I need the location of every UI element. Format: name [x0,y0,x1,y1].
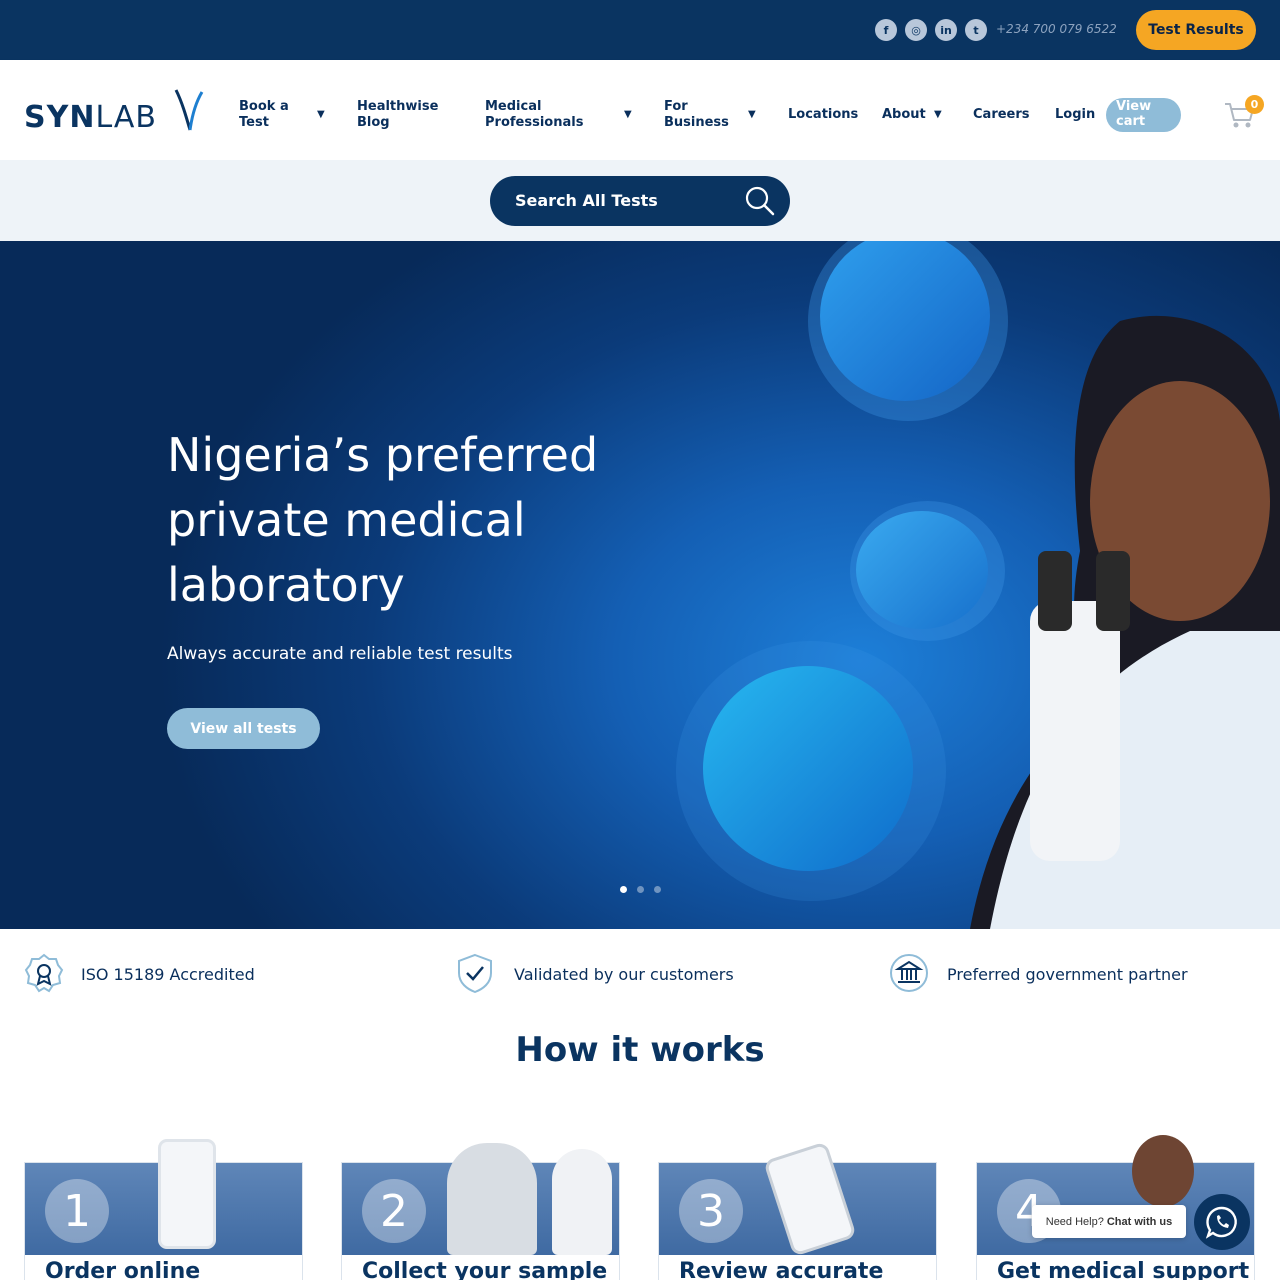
instagram-icon[interactable]: ◎ [905,19,927,41]
about-chevron-down-icon[interactable]: ▼ [934,109,942,120]
nurse-photo [552,1149,612,1255]
whatsapp-chat-button[interactable] [1194,1194,1250,1250]
main-navigation: SYNLAB Book a Test ▼ Healthwise Blog Med… [0,60,1280,160]
nav-locations[interactable]: Locations [788,107,858,123]
trust-badges: ISO 15189 Accredited Validated by our cu… [0,929,1280,1019]
book-a-test-chevron-down-icon[interactable]: ▼ [317,109,325,120]
step-card-collect-sample[interactable]: 2 Collect your sample [341,1143,620,1280]
for-business-chevron-down-icon[interactable]: ▼ [748,109,756,120]
nav-healthwise-blog[interactable]: Healthwise Blog [357,99,457,131]
phone-number-link[interactable]: +234 700 079 6522 [996,22,1117,36]
search-label: Search All Tests [515,191,658,210]
top-utility-bar: f ◎ in t +234 700 079 6522 Test Results [0,0,1280,60]
carousel-dot-2[interactable] [637,886,644,893]
badge-label: ISO 15189 Accredited [81,965,255,984]
step-image: 2 [342,1143,619,1255]
hero-subtitle: Always accurate and reliable test result… [167,644,513,664]
search-all-tests-button[interactable]: Search All Tests [490,176,790,226]
step-title: Get medical support [997,1259,1250,1280]
carousel-dot-1[interactable] [620,886,627,893]
test-results-button[interactable]: Test Results [1136,10,1256,50]
logo-mark-icon [174,89,204,131]
step-number: 2 [362,1179,426,1243]
medical-professionals-chevron-down-icon[interactable]: ▼ [624,109,632,120]
hero-headline: Nigeria’s preferred private medical labo… [167,428,599,612]
step-image: 1 [25,1139,302,1255]
step-image: 3 [659,1141,936,1257]
step-title: Collect your sample [362,1259,608,1280]
step-number: 3 [679,1179,743,1243]
search-icon [745,186,775,216]
patient-photo [447,1143,537,1255]
step-card-review-results[interactable]: 3 Review accurate [658,1141,937,1280]
chat-action-text: Chat with us [1106,1215,1173,1228]
award-ribbon-icon [24,953,64,993]
step-title: Review accurate [679,1259,884,1280]
twitter-icon[interactable]: t [965,19,987,41]
search-band: Search All Tests [0,160,1280,241]
senior-couple-image [703,666,913,871]
how-it-works-heading: How it works [515,1030,765,1070]
government-building-icon [890,954,928,992]
lab-scientist-photo [970,315,1280,929]
nav-book-a-test[interactable]: Book a Test [239,99,299,131]
hero-banner: Nigeria’s preferred private medical labo… [0,241,1280,929]
nav-about[interactable]: About [882,107,926,123]
phone-app-illustration [158,1139,216,1249]
badge-label: Preferred government partner [947,965,1188,984]
chat-prompt-text: Need Help? [1045,1215,1104,1228]
nav-careers[interactable]: Careers [973,107,1030,123]
nav-login[interactable]: Login [1055,107,1095,123]
nav-medical-professionals[interactable]: Medical Professionals [485,99,595,131]
view-cart-button[interactable]: View cart [1106,98,1181,132]
carousel-dot-3[interactable] [654,886,661,893]
view-all-tests-button[interactable]: View all tests [167,708,320,749]
step-number: 1 [45,1179,109,1243]
whatsapp-icon [1205,1206,1237,1239]
shield-check-icon [458,953,492,993]
linkedin-icon[interactable]: in [935,19,957,41]
nav-for-business[interactable]: For Business [664,99,730,131]
step-title: Order online [45,1259,201,1280]
synlab-logo[interactable]: SYNLAB [24,88,206,135]
step-card-order-online[interactable]: 1 Order online [24,1139,303,1280]
phone-results-illustration [763,1141,857,1257]
cart-count-badge: 0 [1245,95,1264,114]
logo-wordmark: SYNLAB [24,100,157,135]
facebook-icon[interactable]: f [875,19,897,41]
support-agent-photo [1132,1135,1194,1207]
chat-prompt-bubble[interactable]: Need Help? Chat with us [1032,1205,1186,1238]
badge-label: Validated by our customers [514,965,734,984]
